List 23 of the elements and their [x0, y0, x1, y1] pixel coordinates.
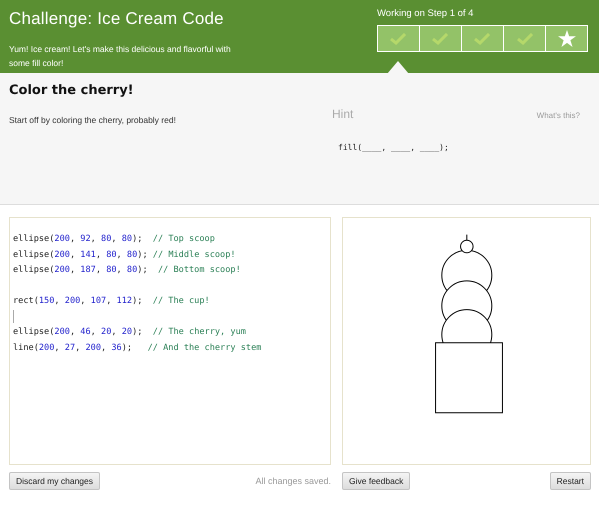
progress-label: Working on Step 1 of 4	[377, 8, 474, 19]
code-line: ellipse(200, 187, 80, 80); // Bottom scoop!	[13, 264, 242, 277]
hint-code: fill(____, ____, ____);	[338, 143, 450, 152]
save-status: All changes saved.	[255, 476, 331, 486]
progress-step[interactable]	[504, 26, 545, 51]
code-editor[interactable]	[9, 217, 331, 465]
code-line: ellipse(200, 92, 80, 80); // Top scoop	[13, 233, 216, 246]
code-line: rect(150, 200, 107, 112); // The cup!	[13, 295, 211, 308]
challenge-title: Challenge: Ice Cream Code	[9, 9, 225, 29]
progress-step[interactable]	[546, 26, 587, 51]
step-title: Color the cherry!	[9, 83, 135, 98]
progress-step[interactable]	[462, 26, 503, 51]
step-instructions: Start off by coloring the cherry, probably red!	[9, 115, 177, 125]
hint-title: Hint	[332, 107, 354, 121]
discard-changes-button[interactable]: Discard my changes	[9, 472, 100, 490]
restart-button[interactable]: Restart	[550, 472, 591, 490]
code-line: ellipse(200, 141, 80, 80); // Middle scoop!	[13, 248, 237, 262]
give-feedback-button[interactable]: Give feedback	[342, 472, 410, 490]
progress-step[interactable]	[420, 26, 461, 51]
code-line: ellipse(200, 46, 20, 20); // The cherry, yum	[13, 326, 247, 339]
challenge-description: Yum! Ice cream! Let's make this delicious and flavorful with some fill color!	[9, 43, 232, 70]
text-cursor	[13, 310, 14, 323]
code-line: line(200, 27, 200, 36); // And the cherry stem	[13, 342, 262, 354]
